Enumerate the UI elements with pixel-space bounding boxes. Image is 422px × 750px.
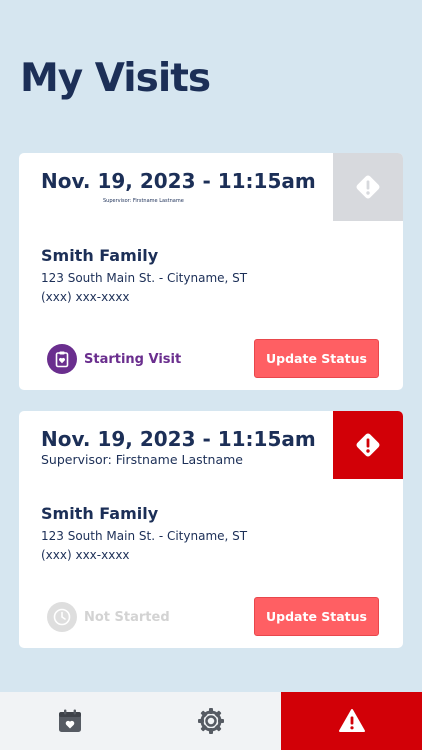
exclamation-diamond-icon xyxy=(356,433,380,457)
visit-supervisor: Supervisor: Firstname Lastname xyxy=(41,452,243,467)
visit-date: Nov. 19, 2023 - 11:15am xyxy=(41,427,316,451)
visit-supervisor: Supervisor: Firstname Lastname xyxy=(103,198,184,204)
visit-date: Nov. 19, 2023 - 11:15am xyxy=(41,169,316,193)
warning-triangle-icon xyxy=(338,709,365,732)
page-title: My Visits xyxy=(20,56,211,101)
family-phone: (xxx) xxx-xxxx xyxy=(41,290,130,304)
visit-card[interactable]: Nov. 19, 2023 - 11:15am Supervisor: Firs… xyxy=(19,411,403,648)
tab-settings[interactable] xyxy=(141,692,282,750)
gear-icon xyxy=(198,708,224,734)
clipboard-heart-icon xyxy=(47,344,77,374)
clock-icon xyxy=(47,602,77,632)
alert-button[interactable] xyxy=(333,411,403,479)
status-label: Starting Visit xyxy=(84,351,182,367)
visit-card[interactable]: Nov. 19, 2023 - 11:15am Supervisor: Firs… xyxy=(19,153,403,390)
family-name: Smith Family xyxy=(41,504,159,523)
update-status-button[interactable]: Update Status xyxy=(254,339,379,378)
exclamation-diamond-icon xyxy=(356,175,380,199)
visit-status: Not Started xyxy=(47,602,170,632)
family-address: 123 South Main St. - Cityname, ST xyxy=(41,529,248,543)
visit-status: Starting Visit xyxy=(47,344,181,374)
alert-button[interactable] xyxy=(333,153,403,221)
status-label: Not Started xyxy=(84,609,170,625)
family-phone: (xxx) xxx-xxxx xyxy=(41,548,130,562)
bottom-tab-bar xyxy=(0,692,422,750)
tab-alerts[interactable] xyxy=(281,692,422,750)
calendar-heart-icon xyxy=(59,709,82,732)
tab-visits[interactable] xyxy=(0,692,141,750)
family-address: 123 South Main St. - Cityname, ST xyxy=(41,271,248,285)
update-status-button[interactable]: Update Status xyxy=(254,597,379,636)
family-name: Smith Family xyxy=(41,246,159,265)
